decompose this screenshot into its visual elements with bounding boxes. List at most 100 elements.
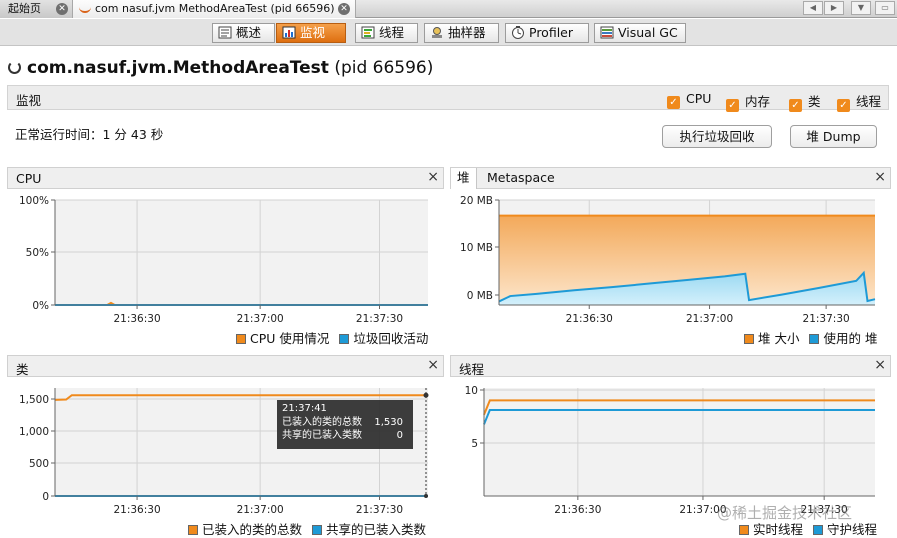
hover-point: [423, 392, 429, 398]
maximize-icon[interactable]: ▭: [875, 1, 895, 15]
monitor-section-label: 监视: [16, 93, 42, 108]
x-tick-label: 21:36:30: [113, 313, 160, 325]
tooltip-row1-label: 已装入的类的总数: [282, 416, 362, 428]
cpu-legend: CPU 使用情况 垃圾回收活动: [236, 328, 428, 347]
perform-gc-button[interactable]: 执行垃圾回收: [662, 125, 772, 148]
sampler-icon: [430, 26, 444, 39]
y-tick-label: 5: [471, 438, 478, 450]
heap-dump-button[interactable]: 堆 Dump: [790, 125, 877, 148]
checkbox-cpu-label: CPU: [686, 91, 712, 106]
x-tick-label: 21:37:00: [237, 313, 284, 325]
checkmark-icon: ✓: [667, 96, 680, 109]
close-icon[interactable]: ✕: [338, 3, 350, 15]
legend-swatch: [188, 525, 198, 535]
legend-swatch: [739, 525, 749, 535]
document-tab-bar: 起始页 ✕ com nasuf.jvm MethodAreaTest (pid …: [0, 0, 897, 18]
y-tick-label: 0 MB: [467, 290, 493, 302]
java-icon: [79, 2, 91, 13]
legend-live-threads: 实时线程: [753, 522, 804, 537]
checkbox-cpu[interactable]: ✓ CPU: [667, 91, 711, 109]
legend-used-heap: 使用的 堆: [823, 331, 878, 346]
tab-threads[interactable]: 线程: [355, 23, 418, 43]
monitor-icon: [282, 26, 296, 39]
heap-chart: 20 MB 10 MB 0 MB 21:36:30 21:37:00 21:37:30: [460, 195, 876, 325]
tab-visual-gc[interactable]: Visual GC: [594, 23, 686, 43]
checkmark-icon: ✓: [837, 99, 850, 112]
tab-profiler-label: Profiler: [529, 25, 574, 40]
watermark: @稀土掘金技术社区: [717, 504, 853, 522]
close-icon[interactable]: ✕: [56, 3, 68, 15]
close-icon[interactable]: ×: [427, 169, 439, 185]
threads-panel-title: 线程: [459, 362, 485, 377]
x-tick-label: 21:37:30: [356, 313, 403, 325]
tooltip-row1-value: 1,530: [374, 416, 403, 428]
legend-swatch: [312, 525, 322, 535]
y-tick-label: 0%: [32, 300, 49, 312]
close-icon[interactable]: ×: [874, 357, 886, 373]
checkmark-icon: ✓: [726, 99, 739, 112]
legend-swatch: [339, 334, 350, 344]
y-tick-label: 500: [29, 458, 49, 470]
y-tick-label: 10 MB: [460, 242, 493, 254]
close-icon[interactable]: ×: [427, 357, 439, 373]
tab-visual-gc-label: Visual GC: [618, 25, 678, 40]
tab-monitor-label: 监视: [300, 25, 326, 40]
y-tick-label: 1,000: [19, 426, 49, 438]
plot-background: [484, 388, 875, 496]
hover-point: [424, 494, 428, 498]
profiler-icon: [511, 26, 525, 39]
tab-list-icon[interactable]: ▼: [851, 1, 871, 15]
tab-metaspace[interactable]: Metaspace: [481, 168, 561, 189]
tooltip-row2-label: 共享的已装入类数: [282, 430, 362, 441]
overview-icon: [218, 26, 232, 39]
tab-overview-label: 概述: [236, 25, 262, 40]
legend-gc-activity: 垃圾回收活动: [353, 331, 429, 346]
x-tick-label: 21:37:00: [237, 504, 284, 516]
checkmark-icon: ✓: [789, 99, 802, 112]
tab-profiler[interactable]: Profiler: [505, 23, 589, 43]
legend-swatch: [236, 334, 246, 344]
tab-sampler[interactable]: 抽样器: [424, 23, 499, 43]
legend-heap-size: 堆 大小: [758, 331, 800, 346]
tab-start-page[interactable]: 起始页 ✕: [0, 0, 73, 18]
checkbox-classes[interactable]: ✓ 类: [789, 91, 821, 112]
chart-tooltip: 21:37:41 已装入的类的总数 1,530 共享的已装入类数 0: [277, 400, 413, 449]
cpu-panel-header: CPU ×: [7, 167, 444, 189]
classes-panel-header: 类 ×: [7, 355, 444, 377]
x-tick-label: 21:37:30: [803, 313, 850, 325]
x-tick-label: 21:36:30: [554, 504, 601, 516]
view-toolbar: 概述 监视 线程 抽样器 Profiler Visual GC: [0, 19, 897, 46]
checkbox-classes-label: 类: [808, 94, 821, 109]
tab-overview[interactable]: 概述: [212, 23, 275, 43]
tab-heap[interactable]: 堆: [451, 168, 477, 189]
tab-sampler-label: 抽样器: [448, 25, 486, 40]
y-tick-label: 1,500: [19, 394, 49, 406]
legend-swatch: [813, 525, 823, 535]
tab-start-page-label: 起始页: [8, 2, 41, 15]
tooltip-row2-value: 0: [396, 430, 403, 441]
legend-cpu-usage: CPU 使用情况: [250, 331, 330, 346]
scroll-left-icon[interactable]: ◀: [803, 1, 823, 15]
threads-icon: [361, 26, 375, 39]
scroll-right-icon[interactable]: ▶: [824, 1, 844, 15]
app-pid: (pid 66596): [334, 58, 434, 78]
tab-application[interactable]: com nasuf.jvm MethodAreaTest (pid 66596)…: [73, 0, 356, 18]
y-tick-label: 0: [42, 491, 49, 503]
legend-swatch: [744, 334, 754, 344]
checkbox-memory[interactable]: ✓ 内存: [726, 91, 770, 112]
visualgc-icon: [600, 26, 614, 39]
threads-panel-header: 线程 ×: [450, 355, 891, 377]
checkbox-threads[interactable]: ✓ 线程: [837, 91, 881, 112]
legend-total-loaded: 已装入的类的总数: [202, 522, 303, 537]
y-tick-label: 50%: [26, 247, 49, 259]
tab-monitor[interactable]: 监视: [276, 23, 346, 43]
cpu-chart: 100% 50% 0% 21:36:30 21:37:00 21:37:30: [19, 195, 428, 325]
heap-panel-header: 堆 Metaspace ×: [450, 167, 891, 189]
close-icon[interactable]: ×: [874, 169, 886, 185]
threads-chart: 10521:36:30 21:37:00 21:37:30: [465, 385, 875, 516]
x-tick-label: 21:36:30: [113, 504, 160, 516]
app-name: com.nasuf.jvm.MethodAreaTest: [27, 58, 329, 78]
uptime-label: 正常运行时间：1 分 43 秒: [15, 127, 164, 142]
classes-legend: 已装入的类的总数 共享的已装入类数: [188, 519, 426, 538]
tab-application-label: com nasuf.jvm MethodAreaTest (pid 66596): [95, 2, 335, 15]
